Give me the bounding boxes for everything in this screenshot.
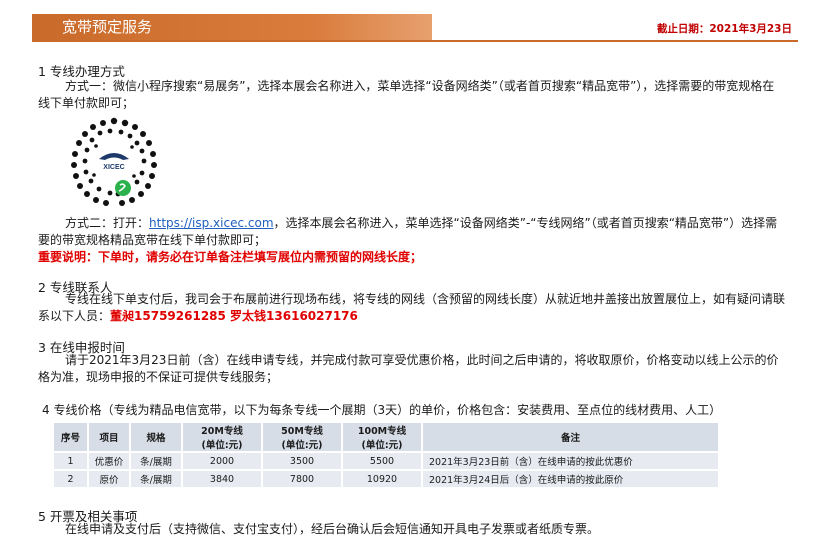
price-table: 序号 项目 规格 20M专线 (单位:元) 50M专线 (单位:元) 100M专线(…	[54, 423, 718, 487]
table-row: 2 原价 条/展期 3840 7800 10920 2021年3月24日后（含）…	[54, 469, 718, 487]
qr-brand-label: XICEC	[103, 164, 124, 171]
mini-program-qr-code: XICEC	[65, 113, 163, 211]
section-3-text: 请于2021年3月23日前（含）在线申请专线，并完成付款可享受优惠价格，此时间之…	[38, 353, 779, 384]
section-2-text: 专线在线下单支付后，我司会于布展前进行现场布线，将专线的网线（含预留的网线长度）…	[38, 292, 786, 323]
isp-link[interactable]: https://isp.xicec.com	[149, 216, 274, 230]
method-2-text: 方式二：打开：https://isp.xicec.com，选择本展会名称进入，菜…	[38, 216, 778, 247]
col-remark: 备注	[421, 423, 718, 452]
header: 宽带预定服务 截止日期：2021年3月23日	[32, 14, 798, 42]
table-header-row: 序号 项目 规格 20M专线 (单位:元) 50M专线 (单位:元) 100M专线(…	[54, 423, 718, 452]
header-divider	[32, 40, 798, 42]
page-title: 宽带预定服务	[32, 14, 432, 41]
col-50m: 50M专线 (单位:元)	[261, 423, 342, 452]
col-item: 项目	[87, 423, 130, 452]
contact-numbers: 董昶15759261285 罗太钱13616027176	[110, 309, 358, 323]
deadline-label: 截止日期：2021年3月23日	[656, 23, 792, 35]
col-index: 序号	[54, 423, 88, 452]
important-notice: 重要说明：下单时，请务必在订单备注栏填写展位内需预留的网线长度；	[38, 250, 423, 264]
table-row: 1 优惠价 条/展期 2000 3500 5500 2021年3月23日前（含）…	[54, 451, 718, 470]
method-1-text: 方式一：微信小程序搜索“易展务”，选择本展会名称进入，菜单选择“设备网络类”（或…	[38, 79, 775, 110]
col-20m: 20M专线 (单位:元)	[181, 423, 262, 452]
col-spec: 规格	[129, 423, 182, 452]
section-5-text: 在线申请及支付后（支持微信、支付宝支付），经后台确认后会短信通知开具电子发票或者…	[65, 522, 600, 536]
col-100m: 100M专线 (单位:元)	[341, 423, 422, 452]
section-4-title: 4 专线价格（专线为精品电信宽带，以下为每条专线一个展期（3天）的单价，价格包含…	[42, 403, 722, 417]
